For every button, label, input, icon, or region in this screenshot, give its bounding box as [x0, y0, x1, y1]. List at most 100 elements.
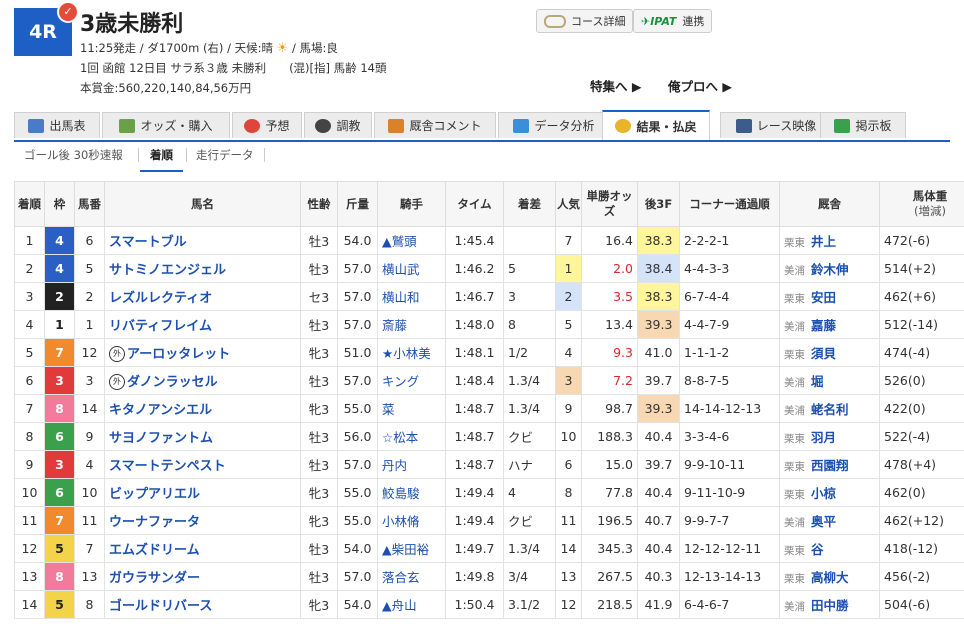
- last3f-cell: 39.3: [637, 394, 680, 423]
- horse-number-cell: 7: [74, 534, 105, 563]
- sex-age-cell: 牡3: [300, 254, 338, 283]
- horse-name-link[interactable]: サヨノファントム: [109, 431, 213, 446]
- horse-name-link[interactable]: スマートブル: [109, 235, 187, 250]
- horse-name-cell: レズルレクティオ: [104, 282, 301, 311]
- weight-cell: 51.0: [337, 338, 378, 367]
- horse-name-link[interactable]: ゴールドリバース: [109, 599, 212, 614]
- trainer-link[interactable]: 羽月: [811, 430, 836, 445]
- horse-name-link[interactable]: アーロッタレット: [127, 347, 230, 362]
- jockey-link[interactable]: ▲舟山: [377, 590, 446, 619]
- tab-label: データ分析: [534, 119, 595, 133]
- last3f-cell: 41.0: [637, 338, 680, 367]
- subtab-running-data[interactable]: 走行データ: [196, 144, 254, 170]
- horse-number-cell: 12: [74, 338, 105, 367]
- trainer-link[interactable]: 西園翔: [811, 458, 849, 473]
- stable-region: 栗東: [784, 545, 805, 557]
- horse-number-cell: 4: [74, 450, 105, 479]
- horse-name-cell: 外アーロッタレット: [104, 338, 301, 367]
- horse-name-link[interactable]: レズルレクティオ: [109, 291, 212, 306]
- trainer-link[interactable]: 嘉藤: [811, 318, 836, 333]
- trainer-link[interactable]: 鈴木伸: [811, 262, 849, 277]
- weight-cell: 54.0: [337, 590, 378, 619]
- ipat-link-button[interactable]: ✈IPAT 連携: [633, 9, 713, 33]
- subtab-goal-flash[interactable]: ゴール後 30秒速報: [24, 144, 123, 170]
- waku-cell: 8: [44, 562, 75, 591]
- feature-link[interactable]: 特集へ ▶: [590, 76, 641, 95]
- trainer-link[interactable]: 須貝: [811, 346, 836, 361]
- sex-age-cell: 牝3: [300, 338, 338, 367]
- jockey-link[interactable]: 菜: [377, 394, 446, 423]
- course-detail-button[interactable]: コース詳細: [536, 9, 634, 33]
- jockey-link[interactable]: ▲鷲頭: [377, 226, 446, 255]
- ipat-link-label: 連携: [682, 15, 705, 28]
- jockey-link[interactable]: 鮫島駿: [377, 478, 446, 507]
- weight-cell: 55.0: [337, 478, 378, 507]
- tab-training[interactable]: 調教: [304, 112, 372, 138]
- jockey-link[interactable]: 横山武: [377, 254, 446, 283]
- tab-prediction[interactable]: 予想: [232, 112, 302, 138]
- tab-stable-comment[interactable]: 厩舎コメント: [374, 112, 496, 138]
- horse-number-cell: 11: [74, 506, 105, 535]
- tab-results[interactable]: 結果・払戻: [602, 110, 710, 140]
- corner-cell: 4-4-3-3: [679, 254, 780, 283]
- trainer-link[interactable]: 高柳大: [811, 570, 849, 585]
- pro-link[interactable]: 俺プロへ ▶: [668, 76, 732, 95]
- trainer-link[interactable]: 小椋: [811, 486, 836, 501]
- tab-odds[interactable]: オッズ・購入: [102, 112, 230, 138]
- horse-name-link[interactable]: ダノンラッセル: [127, 375, 218, 390]
- weight-cell: 57.0: [337, 562, 378, 591]
- horse-name-cell: ウーナファータ: [104, 506, 301, 535]
- jockey-link[interactable]: 斎藤: [377, 310, 446, 339]
- table-row: 8 6 9 サヨノファントム 牡3 56.0 ☆松本 1:48.7 クビ 10 188.3 40.4 3…: [14, 422, 964, 451]
- body-weight-cell: 478(+4): [879, 450, 964, 479]
- jockey-link[interactable]: 横山和: [377, 282, 446, 311]
- margin-cell: クビ: [503, 506, 556, 535]
- weight-cell: 54.0: [337, 534, 378, 563]
- horse-name-link[interactable]: ウーナファータ: [109, 515, 200, 530]
- horse-name-link[interactable]: キタノアンシエル: [109, 403, 212, 418]
- sex-age-cell: セ3: [300, 282, 338, 311]
- odds-cell: 7.2: [581, 366, 638, 395]
- margin-cell: 5: [503, 254, 556, 283]
- body-weight-cell: 522(-4): [879, 422, 964, 451]
- tab-entries[interactable]: 出馬表: [14, 112, 100, 138]
- trainer-link[interactable]: 井上: [811, 234, 836, 249]
- trainer-link[interactable]: 奥平: [811, 514, 836, 529]
- jockey-link[interactable]: ★小林美: [377, 338, 446, 367]
- trainer-link[interactable]: 谷: [811, 542, 824, 557]
- trainer-link[interactable]: 堀: [811, 374, 824, 389]
- header-weight: 斤量: [337, 181, 378, 227]
- jockey-link[interactable]: キング: [377, 366, 446, 395]
- odds-cell: 218.5: [581, 590, 638, 619]
- last3f-cell: 38.3: [637, 226, 680, 255]
- table-row: 5 7 12 外アーロッタレット 牝3 51.0 ★小林美 1:48.1 1/2 4 9.3 41.0…: [14, 338, 964, 367]
- jockey-link[interactable]: ▲柴田裕: [377, 534, 446, 563]
- jockey-link[interactable]: 小林脩: [377, 506, 446, 535]
- trainer-link[interactable]: 安田: [811, 290, 836, 305]
- body-weight-cell: 456(-2): [879, 562, 964, 591]
- tab-board[interactable]: 掲示板: [820, 112, 906, 138]
- margin-cell: ハナ: [503, 450, 556, 479]
- check-icon: ✓: [57, 1, 79, 23]
- jockey-link[interactable]: ☆松本: [377, 422, 446, 451]
- tab-race-video[interactable]: レース映像: [720, 112, 832, 138]
- horse-name-link[interactable]: スマートテンペスト: [109, 459, 226, 474]
- horse-name-link[interactable]: エムズドリーム: [109, 543, 200, 558]
- jockey-link[interactable]: 丹内: [377, 450, 446, 479]
- body-weight-cell: 472(-6): [879, 226, 964, 255]
- trainer-link[interactable]: 田中勝: [811, 598, 849, 613]
- trainer-link[interactable]: 蛯名利: [811, 402, 849, 417]
- margin-cell: 3: [503, 282, 556, 311]
- header-jockey: 騎手: [377, 181, 446, 227]
- horse-name-link[interactable]: ビップアリエル: [109, 487, 200, 502]
- tab-data-analysis[interactable]: データ分析: [498, 112, 610, 138]
- tab-label: 調教: [336, 119, 361, 133]
- waku-cell: 4: [44, 226, 75, 255]
- horse-name-link[interactable]: サトミノエンジェル: [109, 263, 226, 278]
- jockey-link[interactable]: 落合玄: [377, 562, 446, 591]
- time-cell: 1:48.1: [445, 338, 504, 367]
- waku-cell: 8: [44, 394, 75, 423]
- horse-name-link[interactable]: ガウラサンダー: [109, 571, 200, 586]
- subtab-finishing-order[interactable]: 着順: [140, 144, 183, 172]
- horse-name-link[interactable]: リバティフレイム: [109, 319, 212, 334]
